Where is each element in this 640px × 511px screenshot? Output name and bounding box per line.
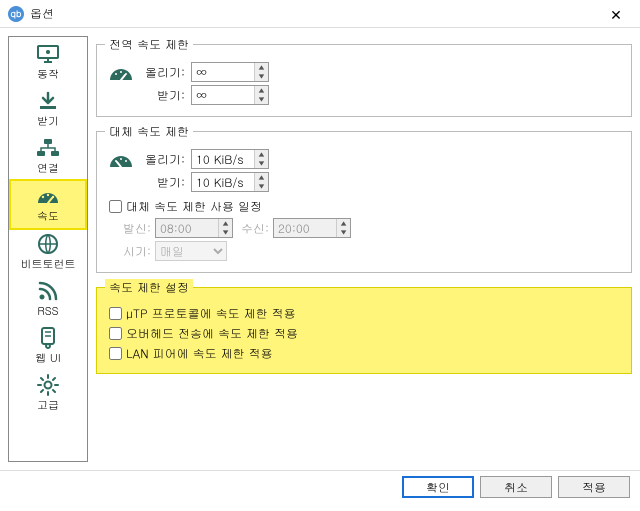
upload-label: 올리기: [141,64,185,81]
sidebar-item-label: 웹 UI [35,351,60,366]
rss-icon [34,279,62,303]
webui-icon [34,326,62,350]
upload-speed-input[interactable]: ▲▼ [191,62,269,82]
sidebar-item-bittorrent[interactable]: 비트토런트 [9,229,87,276]
download-label: 받기: [141,87,185,104]
global-rate-legend: 전역 속도 제한 [105,36,193,53]
close-icon[interactable]: ✕ [600,4,632,24]
network-icon [34,136,62,160]
sidebar-item-webui[interactable]: 웹 UI [9,323,87,370]
lan-checkbox[interactable] [109,347,122,360]
title-bar: qb 옵션 ✕ [0,0,640,28]
app-icon: qb [8,6,24,22]
sidebar-item-behavior[interactable]: 동작 [9,39,87,86]
alt-rate-group: 대체 속도 제한 올리기: ▲▼ 받기: ▲▼ [96,123,632,273]
schedule-checkbox[interactable] [109,200,122,213]
rate-settings-group: 속도 제한 설정 µTP 프로토콜에 속도 제한 적용 오버헤드 전송에 속도 … [96,279,632,374]
sidebar-item-downloads[interactable]: 받기 [9,86,87,133]
utp-checkbox[interactable] [109,307,122,320]
window-title: 옵션 [30,5,600,22]
gear-icon [34,373,62,397]
dialog-footer: 확인 취소 적용 [0,470,640,503]
sidebar-item-speed[interactable]: 속도 [9,179,87,230]
alt-download-speed-input[interactable]: ▲▼ [191,172,269,192]
alt-rate-legend: 대체 속도 제한 [105,123,193,140]
lan-label: LAN 피어에 속도 제한 적용 [126,345,273,362]
gauge-icon [34,184,62,208]
gauge-alt-icon [105,146,137,174]
sidebar-item-label: 고급 [37,398,59,413]
sidebar-item-rss[interactable]: RSS [9,276,87,323]
schedule-label: 대체 속도 제한 사용 일정 [126,198,262,215]
sidebar-item-label: 비트토런트 [21,257,76,272]
globe-icon [34,232,62,256]
alt-upload-label: 올리기: [141,151,185,168]
rate-settings-legend: 속도 제한 설정 [105,279,193,296]
cancel-button[interactable]: 취소 [480,476,552,498]
utp-label: µTP 프로토콜에 속도 제한 적용 [126,305,296,322]
download-speed-input[interactable]: ▲▼ [191,85,269,105]
download-icon [34,89,62,113]
to-label: 수신: [241,220,269,237]
sidebar-item-label: 동작 [37,67,59,82]
apply-button[interactable]: 적용 [558,476,630,498]
sidebar: 동작 받기 연결 속도 비트토런트 RSS 웹 UI 고급 [8,36,88,462]
overhead-checkbox[interactable] [109,327,122,340]
from-time-input: ▲▼ [155,218,233,238]
to-time-input: ▲▼ [273,218,351,238]
when-select: 매일 [155,241,227,261]
alt-upload-speed-input[interactable]: ▲▼ [191,149,269,169]
global-rate-group: 전역 속도 제한 올리기: ▲▼ 받기: ▲▼ [96,36,632,117]
when-label: 시기: [123,243,151,260]
gauge-icon [105,59,137,87]
sidebar-item-advanced[interactable]: 고급 [9,370,87,417]
alt-download-label: 받기: [141,174,185,191]
from-label: 발신: [123,220,151,237]
overhead-label: 오버헤드 전송에 속도 제한 적용 [126,325,298,342]
sidebar-item-label: 받기 [37,114,59,129]
main-panel: 전역 속도 제한 올리기: ▲▼ 받기: ▲▼ 대체 속도 [96,36,632,462]
monitor-icon [34,42,62,66]
sidebar-item-connection[interactable]: 연결 [9,133,87,180]
sidebar-item-label: 연결 [37,161,59,176]
sidebar-item-label: 속도 [37,209,59,224]
sidebar-item-label: RSS [37,304,58,319]
ok-button[interactable]: 확인 [402,476,474,498]
